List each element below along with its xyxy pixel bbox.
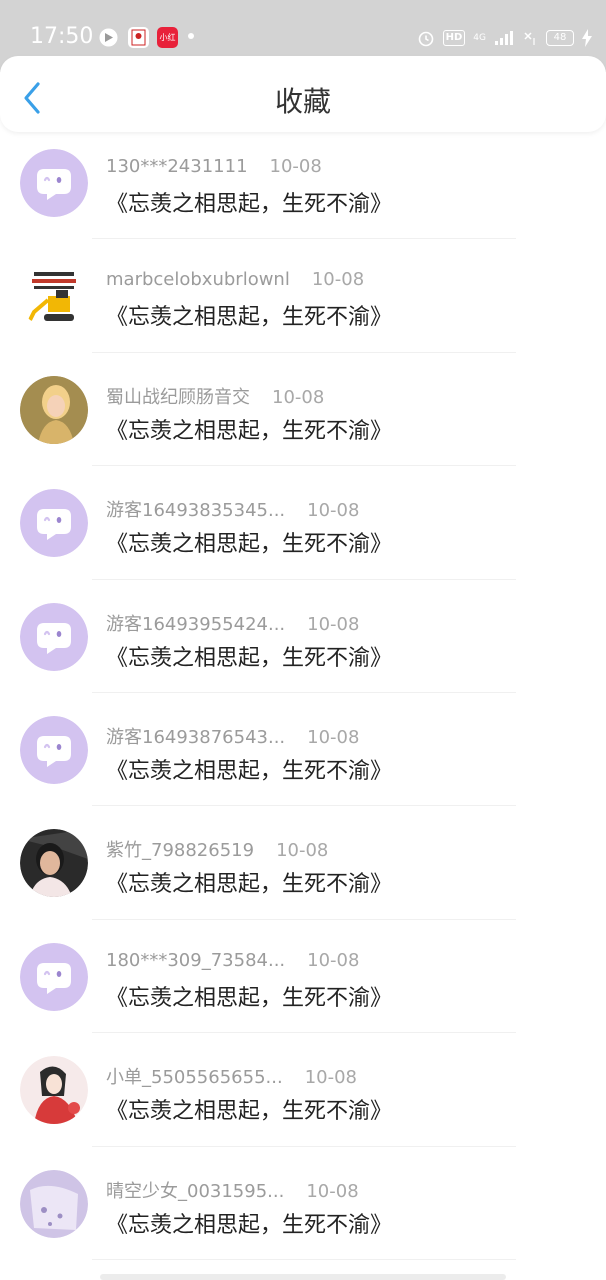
username: marbcelobxubrlownl	[106, 269, 290, 291]
item-username: 蜀山战纪顾肠音交 10-08	[106, 383, 324, 409]
chat-bubble-avatar[interactable]	[20, 602, 88, 671]
username: 游客16493955424...	[106, 613, 286, 635]
item-username: 小单_5505565655... 10-08	[106, 1063, 357, 1089]
xiaohongshu-icon: 小红书	[157, 27, 178, 48]
app-notification-icon-2	[128, 27, 149, 48]
username: 小单_5505565655...	[106, 1067, 283, 1089]
list-item[interactable]: 小单_5505565655... 10-08 《忘羡之相思起，生死不渝》	[0, 1033, 606, 1147]
item-date: 10-08	[307, 613, 360, 635]
item-username: marbcelobxubrlownl 10-08	[106, 269, 364, 290]
list-item[interactable]: 130***2431111 10-08 《忘羡之相思起，生死不渝》	[0, 126, 606, 240]
item-title[interactable]: 《忘羡之相思起，生死不渝》	[106, 866, 392, 898]
username: 游客16493876543...	[106, 726, 286, 748]
signal-off-icon	[524, 32, 535, 45]
item-title[interactable]: 《忘羡之相思起，生死不渝》	[106, 1093, 392, 1125]
item-date: 10-08	[272, 386, 325, 408]
item-title[interactable]: 《忘羡之相思起，生死不渝》	[106, 980, 392, 1012]
list-item[interactable]: 180***309_73584... 10-08 《忘羡之相思起，生死不渝》	[0, 920, 606, 1034]
bottom-scroll-indicator	[100, 1274, 506, 1280]
divider	[92, 1258, 516, 1260]
woman-photo-avatar[interactable]	[20, 375, 88, 444]
network-type: 4G	[473, 33, 486, 43]
item-title[interactable]: 《忘羡之相思起，生死不渝》	[106, 526, 392, 558]
item-username: 游客16493876543... 10-08	[106, 723, 359, 749]
username: 晴空少女_0031595...	[106, 1180, 285, 1202]
list-item[interactable]: 蜀山战纪顾肠音交 10-08 《忘羡之相思起，生死不渝》	[0, 353, 606, 467]
chat-bubble-avatar[interactable]	[20, 149, 88, 217]
username: 游客16493835345...	[106, 500, 286, 522]
list-item[interactable]: 游客16493835345... 10-08 《忘羡之相思起，生死不渝》	[0, 466, 606, 580]
status-time: 17:50	[30, 24, 94, 49]
username: 130***2431111	[106, 156, 248, 177]
item-date: 10-08	[307, 949, 360, 971]
item-username: 游客16493835345... 10-08	[106, 496, 359, 522]
list-item[interactable]: 游客16493955424... 10-08 《忘羡之相思起，生死不渝》	[0, 580, 606, 693]
favorites-list: 130***2431111 10-08 《忘羡之相思起，生死不渝》 marbcel…	[0, 126, 606, 1260]
item-date: 10-08	[307, 500, 360, 522]
item-date: 10-08	[306, 1180, 359, 1202]
item-date: 10-08	[307, 726, 360, 748]
chat-bubble-avatar[interactable]	[20, 715, 88, 784]
lavender-photo-avatar[interactable]	[20, 1169, 88, 1238]
chat-bubble-avatar[interactable]	[20, 489, 88, 558]
username: 蜀山战纪顾肠音交	[106, 386, 250, 408]
item-title[interactable]: 《忘羡之相思起，生死不渝》	[106, 1207, 392, 1239]
alarm-icon	[418, 31, 433, 47]
illustration-avatar[interactable]	[20, 1056, 88, 1125]
item-username: 紫竹_798826519 10-08	[106, 836, 328, 862]
app-notification-icon	[98, 27, 119, 48]
more-notifications-dot	[188, 33, 194, 39]
battery-icon: 48	[546, 30, 574, 46]
item-date: 10-08	[311, 269, 365, 291]
page-title: 收藏	[274, 85, 331, 118]
hd-voice-icon: HD	[442, 30, 466, 46]
item-date: 10-08	[304, 1067, 357, 1089]
item-title[interactable]: 《忘羡之相思起，生死不渝》	[106, 753, 392, 785]
username: 180***309_73584...	[106, 949, 286, 971]
item-title[interactable]: 《忘羡之相思起，生死不渝》	[106, 299, 392, 331]
item-username: 晴空少女_0031595... 10-08	[106, 1177, 359, 1203]
charging-icon	[582, 29, 592, 47]
chat-bubble-avatar[interactable]	[20, 942, 88, 1011]
header: 收藏	[0, 56, 606, 132]
signal-icon	[495, 31, 513, 45]
person-photo-avatar[interactable]	[20, 829, 88, 898]
status-right: HD 4G 48	[417, 26, 592, 50]
xiaohongshu-label: 小红书	[159, 33, 176, 42]
item-username: 130***2431111 10-08	[106, 156, 322, 177]
excavator-photo-avatar[interactable]	[20, 262, 88, 331]
item-title[interactable]: 《忘羡之相思起，生死不渝》	[106, 413, 392, 445]
list-item[interactable]: marbcelobxubrlownl 10-08 《忘羡之相思起，生死不渝》	[0, 239, 606, 353]
list-item[interactable]: 紫竹_798826519 10-08 《忘羡之相思起，生死不渝》	[0, 806, 606, 920]
item-date: 10-08	[269, 156, 322, 177]
username: 紫竹_798826519	[106, 840, 255, 862]
item-username: 游客16493955424... 10-08	[106, 610, 359, 636]
item-title[interactable]: 《忘羡之相思起，生死不渝》	[106, 186, 392, 218]
list-item[interactable]: 游客16493876543... 10-08 《忘羡之相思起，生死不渝》	[0, 693, 606, 807]
item-username: 180***309_73584... 10-08	[106, 950, 359, 971]
item-date: 10-08	[276, 840, 329, 862]
item-title[interactable]: 《忘羡之相思起，生死不渝》	[106, 640, 392, 672]
list-item[interactable]: 晴空少女_0031595... 10-08 《忘羡之相思起，生死不渝》	[0, 1147, 606, 1260]
